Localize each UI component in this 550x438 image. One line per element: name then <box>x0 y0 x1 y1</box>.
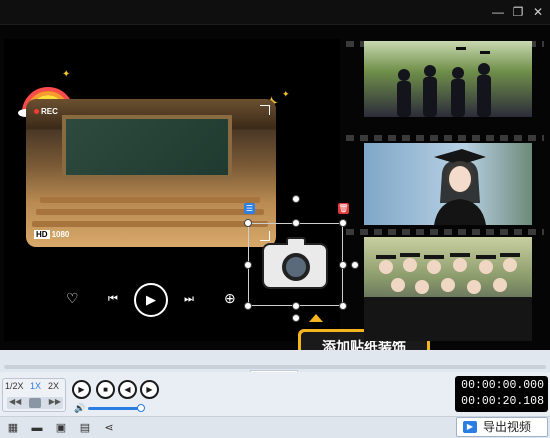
sparkle-icon: ✦ <box>62 69 71 80</box>
play-icon[interactable]: ▶ <box>134 283 168 317</box>
speed-double[interactable]: 2X <box>48 381 59 391</box>
photo-frame <box>364 237 532 341</box>
sparkle-icon: ✦ <box>282 89 290 99</box>
graduation-photo <box>364 41 532 117</box>
volume-knob[interactable] <box>137 404 145 412</box>
export-icon: ▶ <box>463 421 477 433</box>
video-editor-window: — ❐ ✕ ✦ ✦ ✦ REC HD108 <box>0 0 550 438</box>
video-preview: ✦ ✦ ✦ REC HD1080 ♡ ⏮ ▶ ⏭ ⊕ <box>0 24 550 365</box>
export-video-button[interactable]: ▶ 导出视频 <box>456 417 548 437</box>
share-icon[interactable]: ⋖ <box>102 421 116 435</box>
prev-frame-button[interactable]: ◀ <box>118 380 137 399</box>
camera-sticker-icon[interactable] <box>262 237 328 289</box>
time-display: 00:00:00.000 00:00:20.108 <box>455 376 548 412</box>
new-project-icon[interactable]: ▦ <box>6 421 20 435</box>
speed-half[interactable]: 1/2X <box>5 381 24 391</box>
export-label: 导出视频 <box>483 420 532 434</box>
hd-indicator: HD 1080 <box>34 230 70 239</box>
speed-selector: 1/2X 1X 2X ◀◀ ▶▶ <box>2 378 66 412</box>
resize-handle[interactable] <box>244 219 252 227</box>
speed-slider[interactable]: ◀◀ ▶▶ <box>7 397 63 409</box>
timeline: ⌄ <box>0 350 550 380</box>
resize-handle[interactable] <box>292 314 300 322</box>
rotate-handle[interactable] <box>292 195 300 203</box>
current-time: 00:00:00.000 <box>461 379 544 392</box>
classroom-video-frame: REC HD 1080 <box>26 99 276 247</box>
playback-controls: 1/2X 1X 2X ◀◀ ▶▶ ▶ ■ ◀ ▶ 🔊 00:00:00.000 … <box>0 372 550 416</box>
resize-handle[interactable] <box>292 219 300 227</box>
graduates-silhouette <box>397 47 491 117</box>
tooltip-arrow <box>309 314 323 322</box>
volume-slider[interactable] <box>88 407 141 410</box>
resize-handle[interactable] <box>244 261 252 269</box>
rec-indicator: REC <box>34 107 58 116</box>
previous-icon[interactable]: ⏮ <box>108 292 118 306</box>
close-icon[interactable]: ✕ <box>530 4 546 20</box>
heart-icon[interactable]: ♡ <box>66 291 79 305</box>
graduation-portrait-photo <box>364 143 532 225</box>
fast-forward-icon[interactable]: ▶▶ <box>49 397 61 406</box>
minimize-icon[interactable]: — <box>490 4 506 20</box>
group-of-graduates <box>364 253 532 341</box>
photo-frame <box>364 143 532 225</box>
speed-knob[interactable] <box>29 398 41 408</box>
add-icon[interactable]: ⊕ <box>224 291 236 305</box>
layer-list-icon[interactable]: ☰ <box>244 203 255 214</box>
photo-film-strip <box>346 39 544 341</box>
speed-normal[interactable]: 1X <box>30 381 41 391</box>
title-bar: — ❐ ✕ <box>0 0 550 24</box>
open-folder-icon[interactable]: ▬ <box>30 421 44 435</box>
timeline-track[interactable] <box>4 365 546 369</box>
total-time: 00:00:20.108 <box>461 395 544 408</box>
photo-frame <box>364 41 532 129</box>
restore-icon[interactable]: ❐ <box>510 4 526 20</box>
save-as-icon[interactable]: ▤ <box>78 421 92 435</box>
graduate-portrait <box>434 149 486 225</box>
chalkboard <box>62 115 232 179</box>
next-icon[interactable]: ⏭ <box>184 292 194 306</box>
volume-icon[interactable]: 🔊 <box>74 403 85 414</box>
save-icon[interactable]: ▣ <box>54 421 68 435</box>
play-button[interactable]: ▶ <box>72 380 91 399</box>
left-canvas: ✦ ✦ ✦ REC HD1080 ♡ ⏮ ▶ ⏭ ⊕ <box>4 39 359 341</box>
resize-handle[interactable] <box>292 302 300 310</box>
rewind-icon[interactable]: ◀◀ <box>9 397 21 406</box>
bottom-toolbar: ▦ ▬ ▣ ▤ ⋖ ▶ 导出视频 <box>0 416 550 438</box>
resize-handle[interactable] <box>244 302 252 310</box>
stop-button[interactable]: ■ <box>96 380 115 399</box>
next-frame-button[interactable]: ▶ <box>140 380 159 399</box>
group-graduation-photo <box>364 237 532 341</box>
